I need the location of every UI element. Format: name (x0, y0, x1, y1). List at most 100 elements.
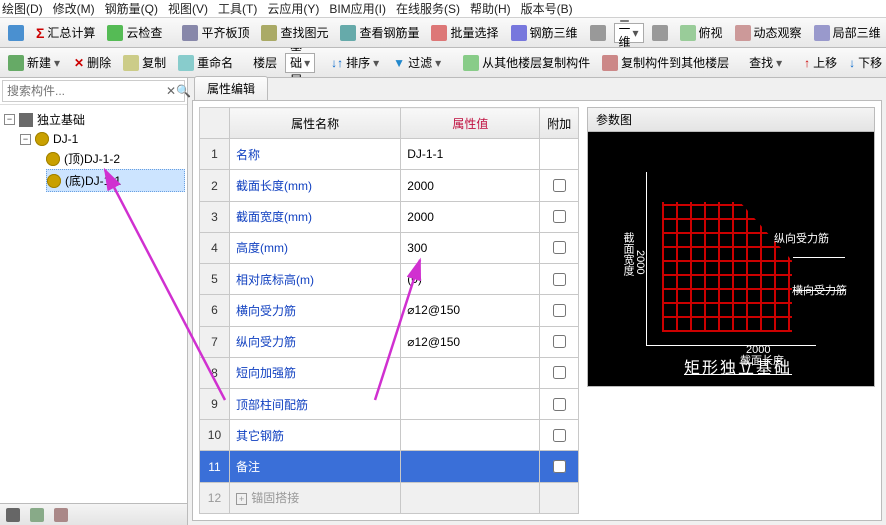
level-top-button[interactable]: 平齐板顶 (178, 22, 253, 43)
row-number: 8 (200, 357, 230, 388)
property-grid: 属性名称 属性值 附加 1名称DJ-1-12截面长度(mm)20003截面宽度(… (199, 107, 579, 514)
menu-rebar[interactable]: 钢筋量(Q) (105, 0, 158, 17)
grid-row[interactable]: 9顶部柱间配筋 (200, 388, 579, 419)
menu-version[interactable]: 版本号(B) (521, 0, 573, 17)
cloud-check-button[interactable]: 云检查 (103, 22, 166, 43)
prop-value[interactable]: 2000 (401, 201, 540, 232)
nav-prev-button[interactable] (586, 23, 610, 43)
table-icon-button[interactable] (4, 23, 28, 43)
prop-extra (540, 420, 579, 451)
preview-panel: 参数图 截面宽度 2000 2000 截面长度 纵向受力筋 横向受力筋 矩形独立… (587, 107, 875, 514)
grid-row[interactable]: 2截面长度(mm)2000 (200, 170, 579, 201)
prop-value[interactable] (401, 357, 540, 388)
rename-button[interactable]: 重命名 (174, 52, 237, 73)
row-number: 3 (200, 201, 230, 232)
copy-from-other-button[interactable]: 从其他楼层复制构件 (459, 52, 594, 73)
menu-online[interactable]: 在线服务(S) (396, 0, 460, 17)
row-number: 5 (200, 264, 230, 295)
grid-row[interactable]: 3截面宽度(mm)2000 (200, 201, 579, 232)
grid-row[interactable]: 12+锚固搭接 (200, 482, 579, 513)
extra-checkbox[interactable] (553, 398, 566, 411)
filter-button[interactable]: ▼过滤▾ (389, 52, 447, 73)
tree-node-top[interactable]: (顶)DJ-1-2 (46, 148, 185, 169)
view-rebar-button[interactable]: 查看钢筋量 (336, 22, 423, 43)
prop-value[interactable]: ⌀12@150 (401, 326, 540, 357)
search-input[interactable] (3, 84, 166, 98)
grid-row[interactable]: 1名称DJ-1-1 (200, 139, 579, 170)
menu-draw[interactable]: 绘图(D) (2, 0, 43, 17)
prop-extra (540, 295, 579, 326)
menu-help[interactable]: 帮助(H) (470, 0, 511, 17)
move-down-button[interactable]: ↓下移 (845, 52, 886, 73)
search-box[interactable]: ✕ 🔍 (2, 80, 185, 102)
extra-checkbox[interactable] (553, 273, 566, 286)
extra-checkbox[interactable] (553, 429, 566, 442)
batch-select-button[interactable]: 批量选择 (427, 22, 502, 43)
grid-row[interactable]: 5相对底标高(m)(0) (200, 264, 579, 295)
prop-name: 其它钢筋 (229, 420, 400, 451)
tab-header: 属性编辑 (188, 78, 886, 100)
sort-button[interactable]: ↓↑排序▾ (327, 52, 385, 73)
grid-row[interactable]: 10其它钢筋 (200, 420, 579, 451)
menu-modify[interactable]: 修改(M) (53, 0, 95, 17)
prop-value[interactable]: (0) (401, 264, 540, 295)
prop-extra (540, 232, 579, 263)
tree-node-bottom[interactable]: (底)DJ-1-1 (46, 169, 185, 192)
prop-name: 横向受力筋 (229, 295, 400, 326)
status-icon-2[interactable] (30, 508, 44, 522)
floor-combo[interactable]: 基础层▾ (285, 53, 315, 73)
prop-value[interactable] (401, 451, 540, 482)
extra-checkbox[interactable] (553, 304, 566, 317)
search-clear-icon[interactable]: ✕ (166, 84, 176, 98)
prop-value[interactable] (401, 420, 540, 451)
extra-checkbox[interactable] (553, 460, 566, 473)
local-3d-button[interactable]: 局部三维 (810, 22, 885, 43)
next-button[interactable] (648, 23, 672, 43)
extra-checkbox[interactable] (553, 335, 566, 348)
grid-row[interactable]: 6横向受力筋⌀12@150 (200, 295, 579, 326)
prop-value[interactable]: ⌀12@150 (401, 295, 540, 326)
extra-checkbox[interactable] (553, 210, 566, 223)
copy-button[interactable]: 复制 (119, 52, 170, 73)
extra-checkbox[interactable] (553, 241, 566, 254)
prop-value[interactable]: DJ-1-1 (401, 139, 540, 170)
menu-tools[interactable]: 工具(T) (218, 0, 257, 17)
find-button[interactable]: 查找▾ (745, 52, 788, 73)
delete-button[interactable]: ✕删除 (70, 52, 115, 73)
grid-row[interactable]: 7纵向受力筋⌀12@150 (200, 326, 579, 357)
tab-property-edit[interactable]: 属性编辑 (194, 76, 268, 100)
menu-cloud[interactable]: 云应用(Y) (267, 0, 319, 17)
find-elem-button[interactable]: 查找图元 (257, 22, 332, 43)
prop-value[interactable] (401, 482, 540, 513)
preview-canvas[interactable]: 截面宽度 2000 2000 截面长度 纵向受力筋 横向受力筋 矩形独立基础 (587, 131, 875, 387)
menu-view[interactable]: 视图(V) (168, 0, 208, 17)
row-number: 7 (200, 326, 230, 357)
move-up-button[interactable]: ↑上移 (800, 52, 841, 73)
tree-root[interactable]: − 独立基础 (4, 109, 185, 130)
rebar-3d-button[interactable]: 钢筋三维 (507, 22, 582, 43)
collapse-icon[interactable]: − (20, 134, 31, 145)
grid-row[interactable]: 8短向加强筋 (200, 357, 579, 388)
prop-value[interactable]: 2000 (401, 170, 540, 201)
sum-calc-button[interactable]: Σ汇总计算 (32, 22, 99, 43)
collapse-icon[interactable]: − (4, 114, 15, 125)
row-number: 4 (200, 232, 230, 263)
grid-row[interactable]: 11备注 (200, 451, 579, 482)
extra-checkbox[interactable] (553, 366, 566, 379)
tree-root-label: 独立基础 (37, 111, 85, 128)
prop-extra (540, 170, 579, 201)
new-button[interactable]: 新建▾ (4, 52, 66, 73)
dyn-observe-button[interactable]: 动态观察 (731, 22, 806, 43)
extra-checkbox[interactable] (553, 179, 566, 192)
copy-to-other-button[interactable]: 复制构件到其他楼层 (598, 52, 733, 73)
col-extra: 附加 (540, 108, 579, 139)
status-icon-1[interactable] (6, 508, 20, 522)
grid-row[interactable]: 4高度(mm)300 (200, 232, 579, 263)
prop-value[interactable]: 300 (401, 232, 540, 263)
tree-node-dj1[interactable]: − DJ-1 (20, 130, 185, 148)
menu-bim[interactable]: BIM应用(I) (329, 0, 386, 17)
aerial-button[interactable]: 俯视 (676, 22, 727, 43)
prop-value[interactable] (401, 388, 540, 419)
status-icon-3[interactable] (54, 508, 68, 522)
view-mode-combo[interactable]: 二维▾ (614, 23, 644, 43)
